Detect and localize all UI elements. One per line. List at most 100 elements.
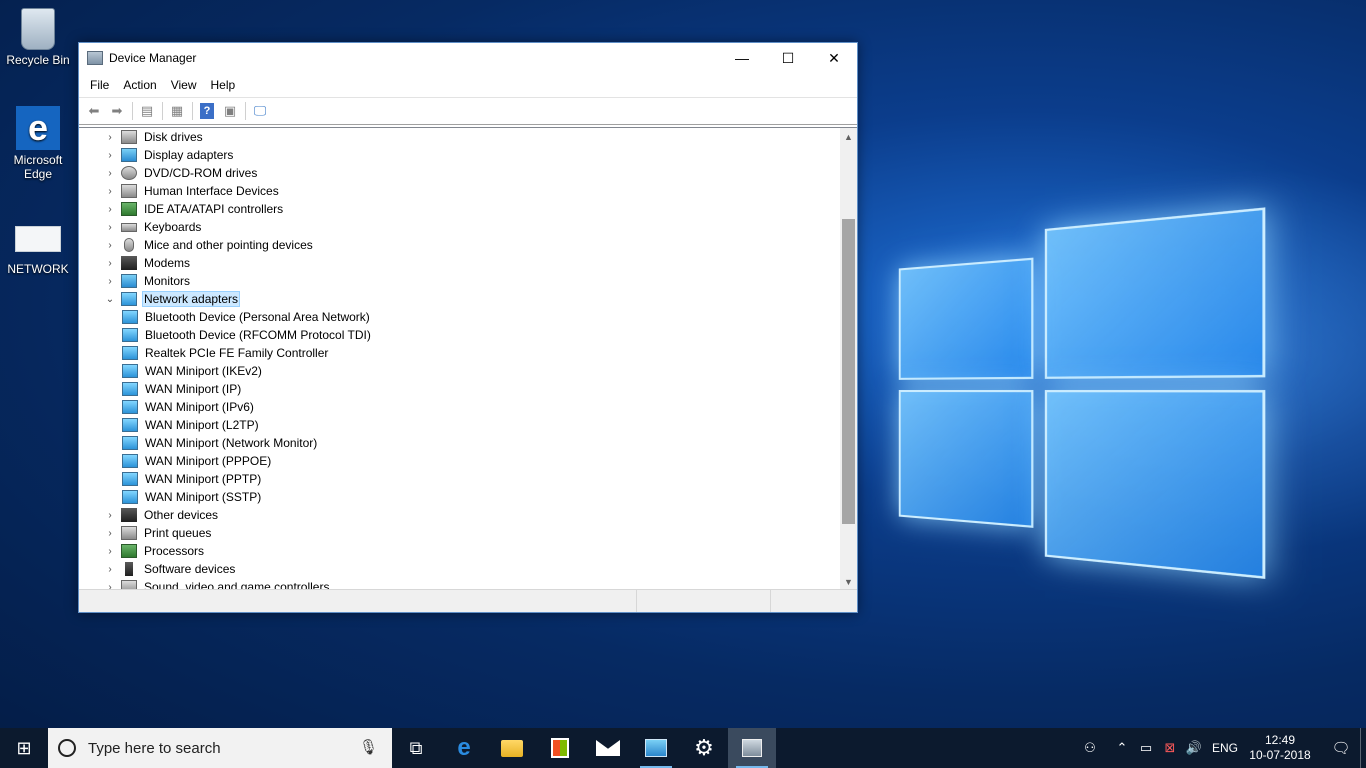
menu-file[interactable]: File xyxy=(83,78,116,92)
store-icon xyxy=(551,738,569,758)
tree-child-item[interactable]: Bluetooth Device (Personal Area Network) xyxy=(79,308,840,326)
tree-item-network-adapters[interactable]: ⌄ Network adapters xyxy=(79,290,840,308)
network-adapter-icon xyxy=(122,472,138,486)
network-adapter-icon xyxy=(122,418,138,432)
desktop-icon-edge[interactable]: e Microsoft Edge xyxy=(2,106,74,181)
back-arrow-icon[interactable]: ⬅ xyxy=(83,100,105,122)
tree-item-ide-controllers[interactable]: › IDE ATA/ATAPI controllers xyxy=(79,200,840,218)
properties-icon[interactable]: ▦ xyxy=(166,100,188,122)
toolbar: ⬅ ➡ ▤ ▦ ? ▣ 🖵 xyxy=(79,97,857,125)
tree-child-item[interactable]: WAN Miniport (IP) xyxy=(79,380,840,398)
tree-child-item[interactable]: WAN Miniport (L2TP) xyxy=(79,416,840,434)
device-manager-icon xyxy=(742,739,762,757)
tree-item-disk-drives[interactable]: › Disk drives xyxy=(79,128,840,146)
gear-icon: ⚙ xyxy=(694,735,714,760)
chevron-right-icon[interactable]: › xyxy=(103,528,117,539)
tree-item-monitors[interactable]: › Monitors xyxy=(79,272,840,290)
tree-child-item[interactable]: WAN Miniport (IPv6) xyxy=(79,398,840,416)
close-button[interactable]: ✕ xyxy=(811,43,857,73)
sound-controller-icon xyxy=(121,580,137,589)
chevron-right-icon[interactable]: › xyxy=(103,510,117,521)
scrollbar-thumb[interactable] xyxy=(842,219,855,524)
chevron-right-icon[interactable]: › xyxy=(103,150,117,161)
tree-item-modems[interactable]: › Modems xyxy=(79,254,840,272)
tree-child-item[interactable]: WAN Miniport (Network Monitor) xyxy=(79,434,840,452)
tree-child-item[interactable]: WAN Miniport (PPPOE) xyxy=(79,452,840,470)
tree-item-software-devices[interactable]: › Software devices xyxy=(79,560,840,578)
control-panel-icon xyxy=(645,739,667,757)
task-view-button[interactable]: ⧉ xyxy=(392,728,440,768)
disk-drive-icon xyxy=(121,130,137,144)
scroll-up-arrow-icon[interactable]: ▲ xyxy=(840,128,857,145)
action-pane-icon[interactable]: ▣ xyxy=(219,100,241,122)
tree-child-item[interactable]: WAN Miniport (IKEv2) xyxy=(79,362,840,380)
chevron-right-icon[interactable]: › xyxy=(103,222,117,233)
minimize-button[interactable]: — xyxy=(719,43,765,73)
chevron-right-icon[interactable]: › xyxy=(103,258,117,269)
network-status-icon[interactable]: ⊠ xyxy=(1158,740,1182,756)
show-hide-console-tree-icon[interactable]: ▤ xyxy=(136,100,158,122)
tree-item-print-queues[interactable]: › Print queues xyxy=(79,524,840,542)
microphone-icon[interactable]: 🎙 xyxy=(359,738,378,756)
tree-item-hid[interactable]: › Human Interface Devices xyxy=(79,182,840,200)
chevron-right-icon[interactable]: › xyxy=(103,204,117,215)
show-desktop-button[interactable] xyxy=(1360,728,1366,768)
start-button[interactable]: ⊞ xyxy=(0,728,48,768)
people-icon[interactable]: ⚇ xyxy=(1078,740,1102,756)
taskbar-store[interactable] xyxy=(536,728,584,768)
menu-action[interactable]: Action xyxy=(116,78,163,92)
menu-view[interactable]: View xyxy=(164,78,204,92)
taskbar-settings[interactable]: ⚙ xyxy=(680,728,728,768)
tree-child-item[interactable]: Bluetooth Device (RFCOMM Protocol TDI) xyxy=(79,326,840,344)
chevron-up-icon[interactable]: ⌃ xyxy=(1110,740,1134,756)
chevron-down-icon[interactable]: ⌄ xyxy=(103,294,117,305)
desktop-icon-label: NETWORK xyxy=(7,262,69,276)
chevron-right-icon[interactable]: › xyxy=(103,546,117,557)
ide-controller-icon xyxy=(121,202,137,216)
chevron-right-icon[interactable]: › xyxy=(103,186,117,197)
volume-icon[interactable]: 🔊 xyxy=(1182,740,1206,756)
chevron-right-icon[interactable]: › xyxy=(103,582,117,590)
hid-icon xyxy=(121,184,137,198)
chevron-right-icon[interactable]: › xyxy=(103,564,117,575)
device-tree-pane: › Disk drives › Display adapters › DVD/CD-R… xyxy=(79,127,857,589)
taskbar-edge[interactable]: e xyxy=(440,728,488,768)
help-icon[interactable]: ? xyxy=(196,100,218,122)
menu-help[interactable]: Help xyxy=(204,78,243,92)
taskbar-mail[interactable] xyxy=(584,728,632,768)
tree-child-item[interactable]: WAN Miniport (SSTP) xyxy=(79,488,840,506)
vertical-scrollbar[interactable]: ▲ ▼ xyxy=(840,128,857,589)
network-adapter-icon xyxy=(122,400,138,414)
tree-item-sound-controllers[interactable]: › Sound, video and game controllers xyxy=(79,578,840,589)
tree-item-processors[interactable]: › Processors xyxy=(79,542,840,560)
taskbar-search-box[interactable]: Type here to search 🎙 xyxy=(48,728,392,768)
chevron-right-icon[interactable]: › xyxy=(103,132,117,143)
monitor-icon xyxy=(121,274,137,288)
battery-icon[interactable]: ▭ xyxy=(1134,740,1158,756)
tree-item-keyboards[interactable]: › Keyboards xyxy=(79,218,840,236)
chevron-right-icon[interactable]: › xyxy=(103,168,117,179)
scroll-down-arrow-icon[interactable]: ▼ xyxy=(840,573,857,589)
tree-child-item[interactable]: Realtek PCIe FE Family Controller xyxy=(79,344,840,362)
forward-arrow-icon[interactable]: ➡ xyxy=(106,100,128,122)
language-indicator[interactable]: ENG xyxy=(1212,741,1238,755)
dvd-drive-icon xyxy=(121,166,137,180)
title-bar[interactable]: Device Manager — ☐ ✕ xyxy=(79,43,857,73)
tree-child-item[interactable]: WAN Miniport (PPTP) xyxy=(79,470,840,488)
taskbar-device-manager[interactable] xyxy=(728,728,776,768)
desktop-icon-recycle-bin[interactable]: Recycle Bin xyxy=(2,8,74,67)
tree-item-other-devices[interactable]: › Other devices xyxy=(79,506,840,524)
tree-item-mice[interactable]: › Mice and other pointing devices xyxy=(79,236,840,254)
desktop-icon-network[interactable]: NETWORK xyxy=(2,222,74,276)
taskbar-control-panel[interactable] xyxy=(632,728,680,768)
tree-item-dvd-drives[interactable]: › DVD/CD-ROM drives xyxy=(79,164,840,182)
taskbar-file-explorer[interactable] xyxy=(488,728,536,768)
maximize-button[interactable]: ☐ xyxy=(765,43,811,73)
clock[interactable]: 12:49 10-07-2018 xyxy=(1248,733,1312,763)
scan-hardware-icon[interactable]: 🖵 xyxy=(249,100,271,122)
edge-icon: e xyxy=(457,734,471,761)
tree-item-display-adapters[interactable]: › Display adapters xyxy=(79,146,840,164)
action-center-icon[interactable]: 🗨 xyxy=(1326,739,1356,757)
chevron-right-icon[interactable]: › xyxy=(103,276,117,287)
chevron-right-icon[interactable]: › xyxy=(103,240,117,251)
